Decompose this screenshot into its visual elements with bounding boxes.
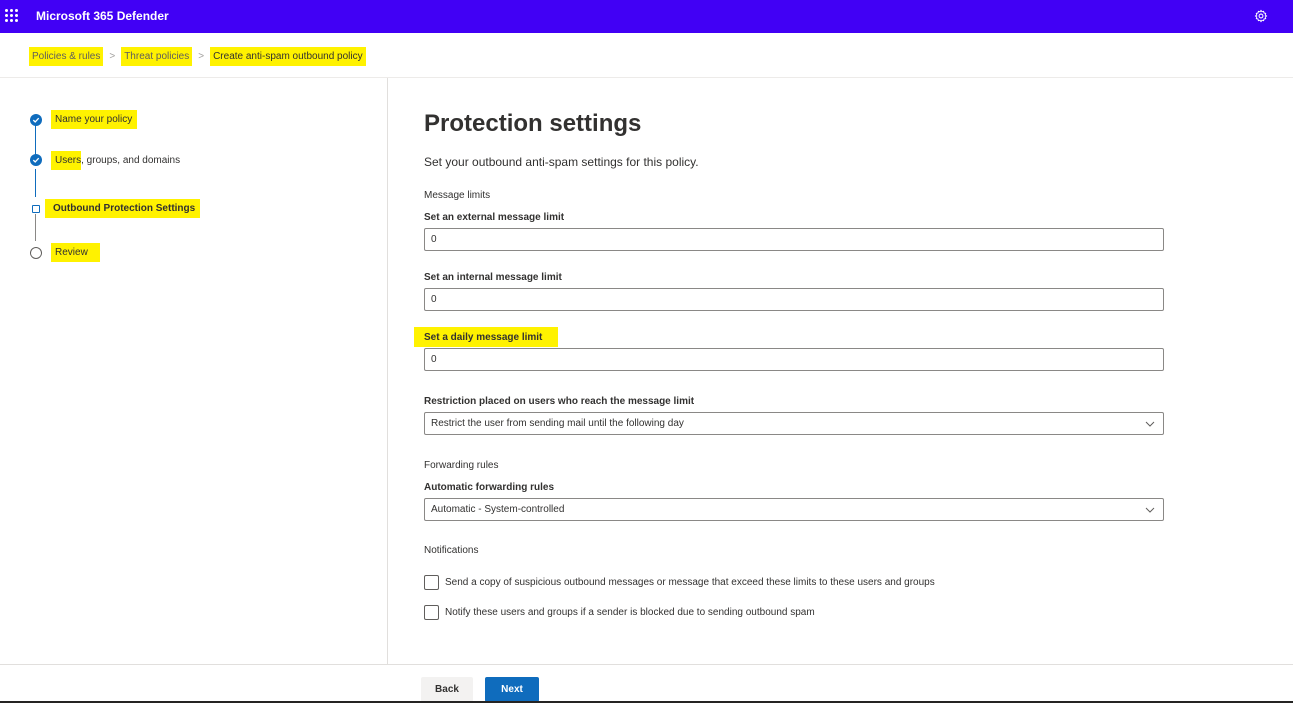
section-notifications: Notifications	[424, 545, 479, 556]
breadcrumb-separator: >	[198, 50, 205, 62]
app-title[interactable]: Microsoft 365 Defender	[36, 9, 169, 23]
section-forwarding-rules: Forwarding rules	[424, 460, 499, 471]
step-label-rest: , groups, and domains	[81, 154, 181, 166]
chevron-down-icon	[1145, 507, 1155, 513]
page-title: Protection settings	[424, 110, 642, 137]
external-limit-label: Set an external message limit	[424, 212, 565, 223]
restriction-label: Restriction placed on users who reach th…	[424, 396, 695, 407]
step-users-groups-domains[interactable]: Users, groups, and domains	[30, 150, 181, 170]
step-label: Name your policy	[51, 110, 138, 129]
step-connector	[35, 214, 36, 241]
restriction-dropdown[interactable]: Restrict the user from sending mail unti…	[424, 412, 1164, 435]
forwarding-label: Automatic forwarding rules	[424, 482, 555, 493]
step-name-your-policy[interactable]: Name your policy	[30, 110, 138, 129]
empty-circle-icon	[30, 246, 42, 259]
notify-blocked-option[interactable]: Notify these users and groups if a sende…	[424, 605, 815, 620]
notify-blocked-checkbox[interactable]	[424, 605, 439, 620]
section-message-limits: Message limits	[424, 190, 491, 201]
internal-limit-label: Set an internal message limit	[424, 272, 562, 283]
step-review[interactable]: Review	[30, 243, 100, 262]
external-limit-input[interactable]	[424, 228, 1164, 251]
step-label: Review	[51, 243, 100, 262]
current-step-icon	[32, 204, 40, 213]
internal-limit-input[interactable]	[424, 288, 1164, 311]
step-label-highlight: Users	[51, 150, 82, 170]
breadcrumb-policies-rules[interactable]: Policies & rules	[29, 46, 104, 66]
breadcrumb-separator: >	[109, 50, 116, 62]
settings-gear-icon[interactable]	[1254, 9, 1268, 23]
forwarding-dropdown[interactable]: Automatic - System-controlled	[424, 498, 1164, 521]
forwarding-selected-value: Automatic - System-controlled	[431, 504, 565, 515]
daily-limit-input[interactable]	[424, 348, 1164, 371]
breadcrumb: Policies & rules > Threat policies > Cre…	[29, 46, 366, 66]
step-connector	[35, 125, 36, 155]
daily-limit-label: Set a daily message limit	[414, 327, 559, 347]
breadcrumb-current-page: Create anti-spam outbound policy	[210, 46, 366, 66]
footer-divider	[0, 664, 1293, 665]
top-bar: Microsoft 365 Defender	[0, 0, 1293, 33]
copy-suspicious-checkbox[interactable]	[424, 575, 439, 590]
chevron-down-icon	[1145, 421, 1155, 427]
copy-suspicious-label: Send a copy of suspicious outbound messa…	[445, 577, 935, 588]
notify-copy-option[interactable]: Send a copy of suspicious outbound messa…	[424, 575, 935, 590]
step-label: Users, groups, and domains	[51, 150, 181, 170]
next-button[interactable]: Next	[485, 677, 539, 702]
breadcrumb-threat-policies[interactable]: Threat policies	[121, 46, 193, 66]
step-outbound-protection-settings[interactable]: Outbound Protection Settings	[30, 199, 201, 218]
app-launcher-icon[interactable]	[5, 9, 19, 23]
checkmark-icon	[30, 113, 42, 126]
page-subtitle: Set your outbound anti-spam settings for…	[424, 155, 699, 169]
step-label: Outbound Protection Settings	[45, 199, 201, 218]
notify-blocked-label: Notify these users and groups if a sende…	[445, 607, 815, 618]
restriction-selected-value: Restrict the user from sending mail unti…	[431, 418, 684, 429]
checkmark-icon	[30, 154, 42, 166]
back-button[interactable]: Back	[421, 677, 473, 702]
step-connector	[35, 169, 36, 197]
